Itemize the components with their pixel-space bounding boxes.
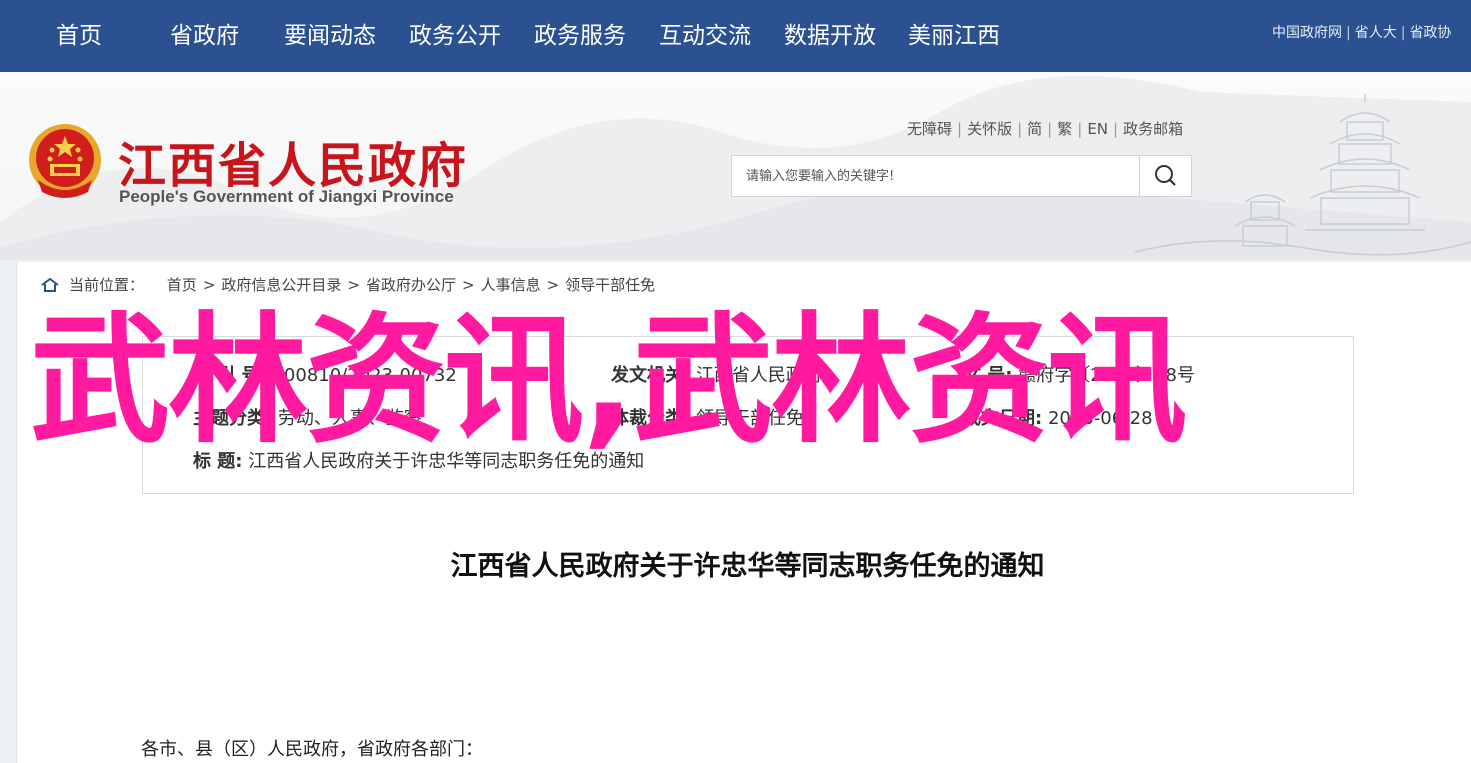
- pagoda-illustration: [1135, 94, 1471, 256]
- breadcrumb: 当前位置： 首页 > 政府信息公开目录 > 省政府办公厅 > 人事信息 > 领导干部任免: [41, 274, 655, 295]
- national-emblem-icon: [29, 124, 101, 198]
- link-simplified[interactable]: 简: [1027, 120, 1042, 138]
- link-cppcc[interactable]: 省政协: [1409, 25, 1451, 41]
- breadcrumb-separator: >: [546, 276, 560, 294]
- search-input[interactable]: [732, 156, 1140, 196]
- breadcrumb-current[interactable]: 领导干部任免: [565, 276, 655, 294]
- nav-item-beautiful-jiangxi[interactable]: 美丽江西: [908, 18, 1000, 54]
- watermark-overlay: 武林资讯,武林资讯: [30, 300, 1187, 463]
- divider: |: [1017, 120, 1023, 138]
- nav-item-news[interactable]: 要闻动态: [284, 18, 376, 54]
- search-box: [731, 155, 1192, 197]
- breadcrumb-personnel[interactable]: 人事信息: [481, 276, 541, 294]
- nav-item-gov-services[interactable]: 政务服务: [534, 18, 626, 54]
- site-header: 江西省人民政府 People's Government of Jiangxi P…: [0, 72, 1471, 260]
- divider: |: [1113, 120, 1119, 138]
- nav-item-gov-affairs-open[interactable]: 政务公开: [409, 18, 501, 54]
- divider: |: [1346, 25, 1351, 41]
- divider: |: [1077, 120, 1083, 138]
- nav-item-interaction[interactable]: 互动交流: [659, 18, 751, 54]
- document-title: 江西省人民政府关于许忠华等同志职务任免的通知: [450, 551, 1045, 582]
- document-greeting: 各市、县（区）人民政府，省政府各部门：: [141, 739, 483, 760]
- link-provincial-congress[interactable]: 省人大: [1355, 25, 1397, 41]
- breadcrumb-separator: >: [202, 276, 216, 294]
- link-accessibility[interactable]: 无障碍: [907, 120, 952, 138]
- divider: |: [957, 120, 963, 138]
- breadcrumb-separator: >: [462, 276, 475, 294]
- breadcrumb-prefix: 当前位置：: [69, 276, 145, 294]
- divider: |: [1047, 120, 1053, 138]
- site-title: 江西省人民政府: [118, 138, 469, 194]
- nav-item-home[interactable]: 首页: [56, 18, 102, 54]
- external-links: 中国政府网 | 省人大 | 省政协: [1272, 22, 1451, 42]
- home-icon: [41, 278, 59, 292]
- link-traditional[interactable]: 繁: [1057, 120, 1072, 138]
- nav-item-provincial-gov[interactable]: 省政府: [170, 18, 239, 54]
- link-central-gov[interactable]: 中国政府网: [1272, 25, 1342, 41]
- top-nav-bar: 首页 省政府 要闻动态 政务公开 政务服务 互动交流 数据开放 美丽江西 中国政…: [0, 0, 1471, 72]
- link-care-version[interactable]: 关怀版: [967, 120, 1012, 138]
- site-title-english: People's Government of Jiangxi Province: [119, 187, 454, 206]
- breadcrumb-info-catalog[interactable]: 政府信息公开目录: [221, 276, 341, 294]
- divider: |: [1400, 25, 1406, 41]
- nav-item-open-data[interactable]: 数据开放: [784, 18, 876, 54]
- link-english[interactable]: EN: [1087, 120, 1108, 138]
- breadcrumb-home[interactable]: 首页: [167, 276, 197, 294]
- breadcrumb-separator: >: [347, 276, 360, 294]
- breadcrumb-general-office[interactable]: 省政府办公厅: [366, 276, 456, 294]
